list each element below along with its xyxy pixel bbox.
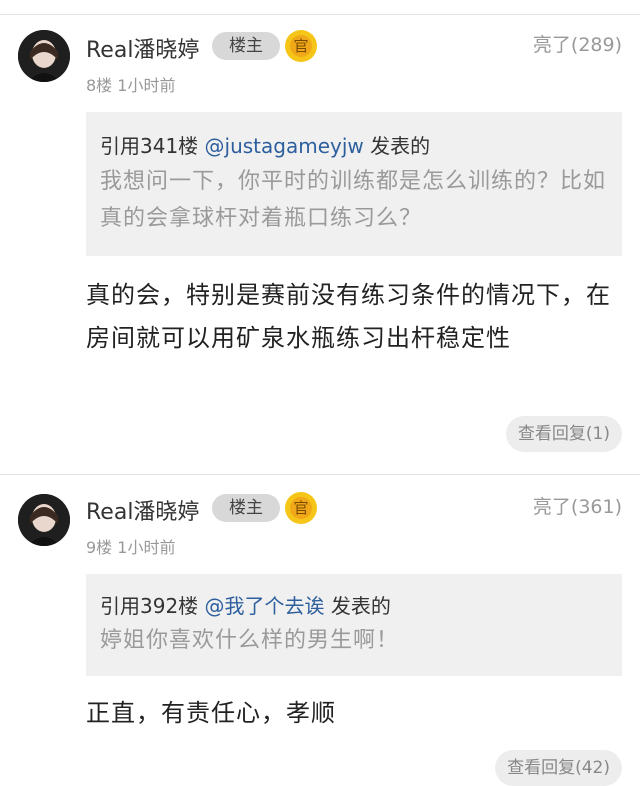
quote-user-link[interactable]: @我了个去诶 [205, 594, 325, 618]
quote-header: 引用392楼 @我了个去诶 发表的 [100, 590, 391, 619]
quote-floor: 引用392楼 [100, 594, 205, 618]
reply-text: 正直，有责任心，孝顺 [86, 699, 336, 727]
host-badge: 楼主 [212, 32, 280, 60]
quote-block: 引用392楼 @我了个去诶 发表的 婷姐你喜欢什么样的男生啊！ [86, 574, 622, 676]
quote-suffix: 发表的 [324, 594, 391, 618]
host-badge: 楼主 [212, 494, 280, 522]
floor-time: 8楼 1小时前 [86, 76, 176, 95]
avatar[interactable] [18, 30, 70, 82]
like-count[interactable]: 亮了(289) [533, 30, 622, 57]
view-replies-button[interactable]: 查看回复(42) [495, 750, 622, 786]
avatar[interactable] [18, 494, 70, 546]
official-badge-label: 官 [293, 37, 309, 55]
username[interactable]: Real潘晓婷 [86, 32, 199, 64]
quote-header: 引用341楼 @justagameyjw 发表的 [100, 130, 430, 159]
official-badge-label: 官 [293, 499, 309, 517]
quote-block: 引用341楼 @justagameyjw 发表的 我想问一下，你平时的训练都是怎… [86, 112, 622, 256]
username[interactable]: Real潘晓婷 [86, 494, 199, 526]
quote-suffix: 发表的 [363, 134, 431, 158]
quote-text: 我想问一下，你平时的训练都是怎么训练的？比如真的会拿球杆对着瓶口练习么？ [100, 169, 607, 231]
quote-floor: 引用341楼 [100, 134, 205, 158]
view-replies-button[interactable]: 查看回复(1) [505, 416, 622, 452]
quote-text: 婷姐你喜欢什么样的男生啊！ [100, 628, 400, 653]
like-count[interactable]: 亮了(361) [533, 492, 622, 519]
floor-time: 9楼 1小时前 [86, 538, 176, 557]
official-badge-icon: 官 [284, 29, 318, 63]
reply-text: 真的会，特别是赛前没有练习条件的情况下，在房间就可以用矿泉水瓶练习出杆稳定性 [86, 281, 611, 352]
post-floor-8: Real潘晓婷 楼主 官 亮了(289) 8楼 1小时前 引用341楼 @jus… [0, 0, 640, 470]
quote-user-link[interactable]: @justagameyjw [205, 134, 364, 158]
post-floor-9: Real潘晓婷 楼主 官 亮了(361) 9楼 1小时前 引用392楼 @我了个… [0, 474, 640, 786]
official-badge-icon: 官 [284, 491, 318, 525]
